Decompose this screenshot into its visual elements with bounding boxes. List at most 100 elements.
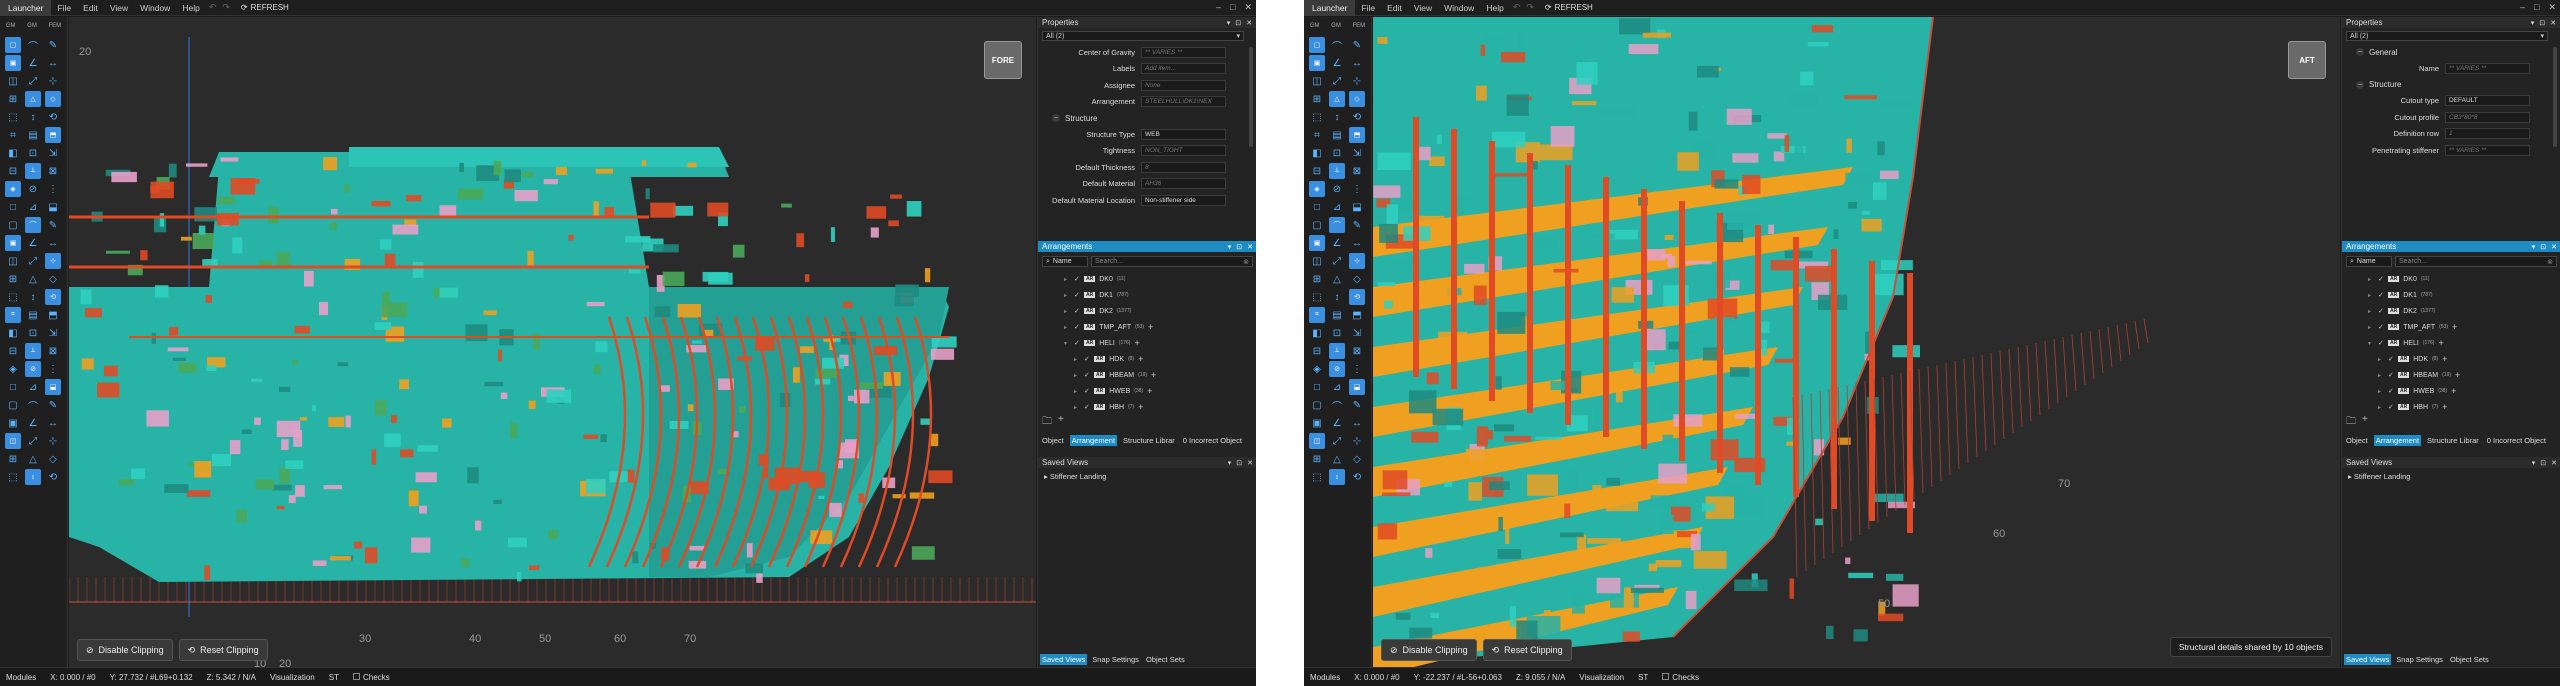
add-icon[interactable]: +: [2442, 354, 2447, 364]
disable-clipping-button[interactable]: ⊘ Disable Clipping: [1381, 639, 1477, 661]
disable-clipping-button[interactable]: ⊘ Disable Clipping: [77, 639, 173, 661]
property-value-field[interactable]: Non-stiffener side: [1141, 194, 1226, 206]
tool-37-icon[interactable]: ⤢: [1329, 253, 1345, 269]
tool-54-icon[interactable]: ◈: [1309, 361, 1325, 377]
tool-62-icon[interactable]: ✎: [1349, 397, 1365, 413]
undo-icon[interactable]: ↶: [206, 2, 220, 13]
clear-icon[interactable]: ⊗: [1243, 258, 1249, 266]
expand-icon[interactable]: ▸: [2378, 356, 2384, 363]
3d-viewport[interactable]: 50 60 70 AFT ⊘ Disable Clipping ⟲ Reset Clippin…: [1373, 17, 2340, 667]
tab-2[interactable]: Structure Librar: [1121, 435, 1177, 446]
tool-45-icon[interactable]: ⌗: [1309, 307, 1325, 323]
tool-59-icon[interactable]: ⬓: [1349, 379, 1365, 395]
tool-56-icon[interactable]: ⋮: [45, 361, 61, 377]
expand-icon[interactable]: ▸: [2378, 404, 2384, 411]
tool-61-icon[interactable]: ⌒: [1329, 397, 1345, 413]
pin-icon[interactable]: ▾: [1228, 243, 1232, 251]
tool-34-icon[interactable]: ∠: [1329, 235, 1345, 251]
tool-51-icon[interactable]: ⊟: [1309, 343, 1325, 359]
visualization-dropdown[interactable]: Visualization: [270, 673, 315, 682]
checkbox-icon[interactable]: ✓: [1084, 403, 1090, 411]
tool-0-icon[interactable]: ▢: [1309, 37, 1325, 53]
tool-55-icon[interactable]: ⊘: [1329, 361, 1345, 377]
tool-8-icon[interactable]: ⊹: [1349, 73, 1365, 89]
tool-49-icon[interactable]: ⊡: [25, 325, 41, 341]
expand-icon[interactable]: ▸: [2368, 324, 2374, 331]
add-icon[interactable]: +: [1134, 338, 1139, 348]
tool-30-icon[interactable]: ▢: [1309, 217, 1325, 233]
arrangements-search-input[interactable]: Search... ⊗: [1091, 256, 1253, 267]
tool-0-icon[interactable]: ▢: [5, 37, 21, 53]
tree-row[interactable]: ▸ ✓ AR TMP_AFT (53) +: [2368, 319, 2560, 335]
tool-38-icon[interactable]: ⊹: [45, 253, 61, 269]
tool-22-icon[interactable]: ⟂: [1329, 163, 1345, 179]
bottom-tab-0[interactable]: Saved Views: [2344, 654, 2392, 665]
dock-icon[interactable]: ⊡: [2539, 19, 2545, 27]
add-icon[interactable]: +: [1151, 370, 1156, 380]
tool-42-icon[interactable]: ⬚: [5, 289, 21, 305]
clear-icon[interactable]: ⊗: [2547, 258, 2553, 266]
tool-42-icon[interactable]: ⬚: [1309, 289, 1325, 305]
properties-filter-dropdown[interactable]: All (2) ▾: [1042, 31, 1244, 41]
tool-10-icon[interactable]: △: [25, 91, 41, 107]
add-icon[interactable]: +: [1138, 402, 1143, 411]
tool-27-icon[interactable]: □: [5, 199, 21, 215]
tool-71-icon[interactable]: ◇: [1349, 451, 1365, 467]
tool-58-icon[interactable]: ⊿: [25, 379, 41, 395]
tool-57-icon[interactable]: □: [1309, 379, 1325, 395]
tool-4-icon[interactable]: ∠: [25, 55, 41, 71]
tool-33-icon[interactable]: ▣: [5, 235, 21, 251]
tool-20-icon[interactable]: ⇲: [45, 145, 61, 161]
tool-69-icon[interactable]: ⊞: [5, 451, 21, 467]
expand-icon[interactable]: ▸: [2368, 276, 2374, 283]
tool-6-icon[interactable]: ◫: [1309, 73, 1325, 89]
tool-2-icon[interactable]: ✎: [1349, 37, 1365, 53]
reset-clipping-button[interactable]: ⟲ Reset Clipping: [1482, 639, 1572, 661]
view-cube[interactable]: AFT: [2288, 41, 2326, 79]
tool-9-icon[interactable]: ⊞: [1309, 91, 1325, 107]
checks-toggle[interactable]: Checks: [1662, 672, 1699, 682]
menu-edit[interactable]: Edit: [1381, 3, 1408, 13]
tree-row[interactable]: ▾ ✓ AR HELI (176) +: [2368, 335, 2560, 351]
checkbox-icon[interactable]: ✓: [2388, 387, 2394, 395]
visualization-dropdown[interactable]: Visualization: [1579, 673, 1624, 682]
tool-44-icon[interactable]: ⟲: [45, 289, 61, 305]
tool-65-icon[interactable]: ↔: [1349, 415, 1365, 431]
tree-row[interactable]: ▸ ✓ AR HWEB (38) +: [2368, 383, 2560, 399]
dock-icon[interactable]: ⊡: [1235, 19, 1241, 27]
tool-1-icon[interactable]: ⌒: [25, 37, 41, 53]
add-icon[interactable]: +: [1148, 322, 1153, 332]
tree-row[interactable]: ▸ ✓ AR HBH (7) +: [1064, 399, 1256, 411]
property-value-field[interactable]: CB3*80*8: [2445, 111, 2530, 123]
expand-icon[interactable]: ▸: [1064, 276, 1070, 283]
tool-35-icon[interactable]: ↔: [45, 235, 61, 251]
checkbox-icon[interactable]: ✓: [2388, 355, 2394, 363]
tool-7-icon[interactable]: ⤢: [1329, 73, 1345, 89]
add-arrangement-icon[interactable]: +: [2362, 414, 2368, 431]
name-filter-dropdown[interactable]: ⌕ Name: [2346, 256, 2392, 267]
redo-icon[interactable]: ↷: [1523, 2, 1537, 13]
expand-icon[interactable]: ▸: [1074, 404, 1080, 411]
tree-row[interactable]: ▸ ✓ AR DK2 (1377): [2368, 303, 2560, 319]
tool-54-icon[interactable]: ◈: [5, 361, 21, 377]
tool-65-icon[interactable]: ↔: [45, 415, 61, 431]
tool-28-icon[interactable]: ⊿: [25, 199, 41, 215]
tool-16-icon[interactable]: ▤: [25, 127, 41, 143]
tool-53-icon[interactable]: ⊠: [1349, 343, 1365, 359]
checkbox-icon[interactable]: ✓: [2378, 339, 2384, 347]
add-icon[interactable]: +: [2451, 386, 2456, 396]
tool-40-icon[interactable]: △: [1329, 271, 1345, 287]
section-header[interactable]: – Structure: [1038, 110, 1248, 126]
checkbox-icon[interactable]: ✓: [1074, 291, 1080, 299]
tool-47-icon[interactable]: ⬒: [45, 307, 61, 323]
bottom-tab-2[interactable]: Object Sets: [1144, 654, 1187, 665]
tree-row[interactable]: ▸ ✓ AR DK1 (787): [1064, 287, 1256, 303]
checkbox-icon[interactable]: ✓: [1074, 275, 1080, 283]
tool-16-icon[interactable]: ▤: [1329, 127, 1345, 143]
tool-29-icon[interactable]: ⬓: [1349, 199, 1365, 215]
section-header[interactable]: – Structure: [2342, 77, 2552, 93]
tab-1[interactable]: Arrangement: [2373, 434, 2422, 446]
checkbox-icon[interactable]: ✓: [2388, 403, 2394, 411]
property-value-field[interactable]: DEFAULT: [2445, 95, 2530, 107]
tool-5-icon[interactable]: ↔: [1349, 55, 1365, 71]
